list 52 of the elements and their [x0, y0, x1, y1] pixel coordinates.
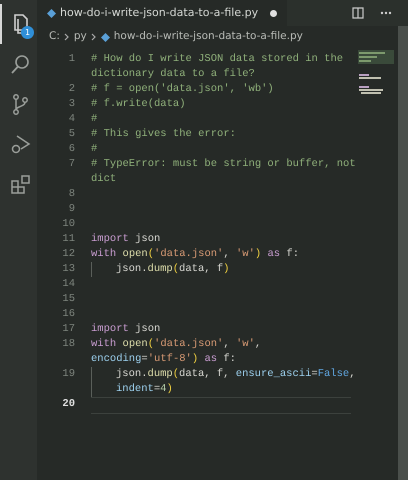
chevron-icon: [64, 33, 70, 41]
code-line: json.dump(data, f, ensure_ascii=False,: [116, 368, 356, 380]
more-icon[interactable]: [380, 11, 392, 15]
line-number: 14: [62, 278, 75, 290]
line-number: 13: [62, 263, 75, 275]
code-line: import json: [91, 323, 160, 335]
line-number: 4: [68, 113, 75, 125]
chevron-icon: [90, 33, 97, 41]
line-number: 9: [68, 203, 75, 215]
code-line: dictionary data to a file?: [91, 68, 255, 80]
code-line: indent=4): [116, 383, 173, 395]
python-file-icon: [47, 8, 56, 18]
line-number: 6: [68, 143, 75, 155]
line-number: 20: [62, 398, 75, 410]
extensions-icon: [8, 173, 30, 195]
line-number: 16: [62, 308, 75, 320]
code-line: #: [91, 113, 98, 125]
code-line: encoding='utf-8') as f:: [91, 353, 236, 365]
notification-count: 1: [21, 26, 34, 39]
code-line: # How do I write JSON data stored in the: [91, 53, 344, 65]
line-number: 15: [62, 293, 75, 305]
code-line: dict: [91, 173, 116, 185]
line-number: 7: [68, 158, 75, 170]
code-line: with open('data.json', 'w',: [91, 338, 262, 350]
code-line: # f = open('data.json', 'wb'): [91, 83, 274, 95]
python-file-icon: [100, 32, 110, 42]
line-number: 10: [62, 218, 75, 230]
editor-tab[interactable]: how-do-i-write-json-data-to-a-file.py: [37, 0, 288, 26]
line-number: 1: [68, 53, 75, 65]
breadcrumb-item[interactable]: C:: [49, 29, 60, 45]
line-number: 11: [62, 233, 75, 245]
line-number: 8: [68, 188, 75, 200]
line-number: 2: [68, 83, 75, 95]
code-line: # This gives the error:: [91, 128, 236, 140]
code-line: json.dump(data, f): [116, 263, 230, 275]
line-number: 3: [68, 98, 75, 110]
search-icon: [8, 53, 30, 75]
code-line: # TypeError: must be string or buffer, not: [91, 158, 356, 170]
line-number: 17: [62, 323, 75, 335]
code-line: import json: [91, 233, 160, 245]
breadcrumb-item[interactable]: how-do-i-write-json-data-to-a-file.py: [114, 29, 303, 45]
tab-label: how-do-i-write-json-data-to-a-file.py: [60, 4, 258, 21]
scrollbar[interactable]: [398, 26, 408, 480]
code-line: # f.write(data): [91, 98, 186, 110]
line-number: 12: [62, 248, 75, 260]
code-line: with open('data.json', 'w') as f:: [91, 248, 299, 260]
breadcrumb-item[interactable]: py: [74, 29, 87, 45]
line-number: 5: [68, 128, 75, 140]
line-number: 19: [62, 368, 75, 380]
split-editor-icon[interactable]: [352, 7, 364, 19]
code-line: #: [91, 143, 98, 155]
line-number: 18: [62, 338, 75, 350]
